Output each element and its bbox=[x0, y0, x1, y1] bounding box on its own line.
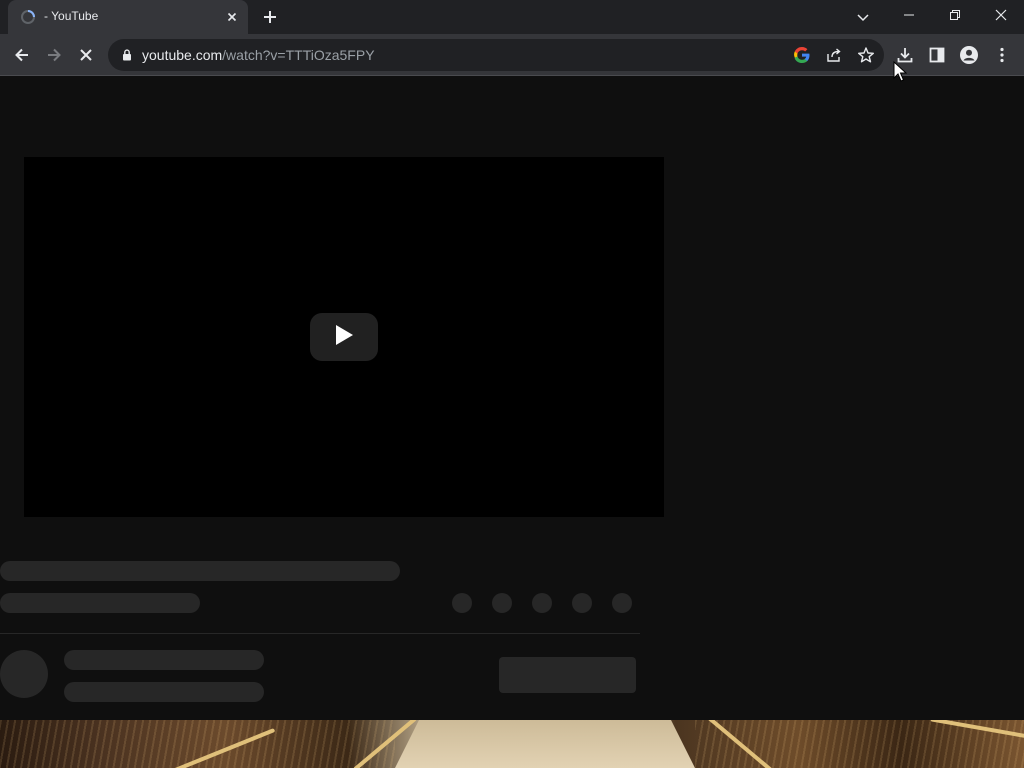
side-panel-icon[interactable] bbox=[924, 42, 950, 68]
mouse-cursor-icon bbox=[893, 60, 908, 83]
subscriber-count-placeholder bbox=[64, 682, 264, 702]
channel-avatar-placeholder bbox=[0, 650, 48, 698]
action-button-placeholder bbox=[452, 593, 472, 613]
url-path: /watch?v=TTTiOza5FPY bbox=[222, 47, 375, 63]
chevron-down-icon[interactable] bbox=[854, 8, 872, 26]
loading-globe-icon bbox=[20, 9, 36, 25]
action-button-placeholder bbox=[532, 593, 552, 613]
close-icon[interactable] bbox=[978, 0, 1024, 30]
play-icon bbox=[334, 324, 354, 351]
url-text: youtube.com/watch?v=TTTiOza5FPY bbox=[142, 47, 375, 63]
address-bar[interactable]: youtube.com/watch?v=TTTiOza5FPY bbox=[108, 39, 884, 71]
subscribe-button-placeholder bbox=[499, 657, 636, 693]
browser-toolbar: youtube.com/watch?v=TTTiOza5FPY bbox=[0, 34, 1024, 76]
desktop-wallpaper bbox=[0, 720, 1024, 768]
tab-title: - YouTube bbox=[44, 9, 99, 23]
google-icon[interactable] bbox=[792, 45, 812, 65]
lock-icon[interactable] bbox=[120, 48, 134, 62]
share-icon[interactable] bbox=[824, 45, 844, 65]
restore-icon[interactable] bbox=[932, 0, 978, 30]
video-player[interactable] bbox=[24, 157, 664, 517]
divider bbox=[0, 633, 640, 634]
wallpaper-path bbox=[395, 720, 695, 768]
arrow-right-icon[interactable] bbox=[41, 42, 67, 68]
tab-strip: - YouTube bbox=[0, 0, 1024, 34]
play-button[interactable] bbox=[310, 313, 378, 361]
star-icon[interactable] bbox=[856, 45, 876, 65]
action-button-placeholder bbox=[492, 593, 512, 613]
browser-window: - YouTube youtube.com/watch?v=TTTiOza5FP… bbox=[0, 0, 1024, 720]
views-placeholder bbox=[0, 593, 200, 613]
tab-youtube[interactable]: - YouTube bbox=[8, 0, 248, 34]
stop-loading-icon[interactable] bbox=[73, 42, 99, 68]
more-vertical-icon[interactable] bbox=[989, 42, 1015, 68]
title-placeholder bbox=[0, 561, 400, 581]
url-host: youtube.com bbox=[142, 47, 223, 63]
close-icon[interactable] bbox=[224, 9, 240, 25]
profile-icon[interactable] bbox=[956, 42, 982, 68]
plus-icon[interactable] bbox=[260, 7, 280, 27]
youtube-page bbox=[0, 77, 1024, 720]
minimize-icon[interactable] bbox=[886, 0, 932, 30]
channel-name-placeholder bbox=[64, 650, 264, 670]
action-button-placeholder bbox=[572, 593, 592, 613]
action-button-placeholder bbox=[612, 593, 632, 613]
arrow-left-icon[interactable] bbox=[9, 42, 35, 68]
